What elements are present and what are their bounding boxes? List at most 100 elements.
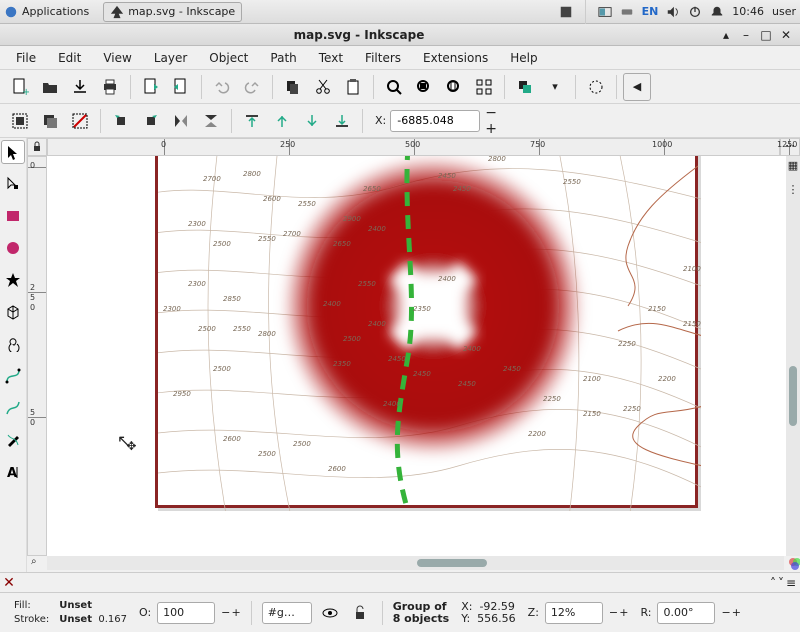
svg-text:2450: 2450 [388, 355, 406, 363]
menu-object[interactable]: Object [199, 48, 258, 68]
minimize-button[interactable]: – [738, 27, 754, 43]
cut-button[interactable] [309, 73, 337, 101]
3dbox-tool[interactable] [1, 300, 25, 324]
ruler-horizontal[interactable]: 0 250 500 750 1000 1250 [47, 138, 780, 156]
paste-button[interactable] [339, 73, 367, 101]
raise-button[interactable] [268, 107, 296, 135]
cms-toggle-icon[interactable]: ▦ [786, 158, 800, 172]
spiral-tool[interactable] [1, 332, 25, 356]
roll-up-button[interactable]: ▴ [718, 27, 734, 43]
menu-file[interactable]: File [6, 48, 46, 68]
opacity-input[interactable]: 100 [157, 602, 215, 624]
menu-help[interactable]: Help [500, 48, 547, 68]
export-button[interactable] [167, 73, 195, 101]
layer-selector[interactable]: #g… [262, 602, 312, 624]
rotate-ccw-button[interactable] [107, 107, 135, 135]
raise-top-button[interactable] [238, 107, 266, 135]
tray-volume-icon[interactable] [666, 5, 680, 19]
x-coord-spinner[interactable]: − + [484, 107, 504, 135]
inkscape-icon [110, 5, 124, 19]
canvas[interactable]: 2700280028002600255026502450245025502300… [47, 156, 786, 556]
rectangle-tool[interactable] [1, 204, 25, 228]
zoom-spinner[interactable]: − + [609, 606, 629, 619]
tray-workspaces-icon[interactable] [598, 5, 612, 19]
rotate-cw-button[interactable] [137, 107, 165, 135]
ellipse-tool[interactable] [1, 236, 25, 260]
selector-tool[interactable] [1, 140, 25, 164]
deselect-button[interactable] [66, 107, 94, 135]
copy-button[interactable] [279, 73, 307, 101]
svg-text:2400: 2400 [323, 300, 341, 308]
close-button[interactable]: ✕ [778, 27, 794, 43]
lock-guides-toggle[interactable] [27, 138, 47, 156]
layer-visibility-toggle[interactable] [318, 601, 342, 625]
palette-up[interactable]: ˄ [770, 576, 776, 590]
duplicate-button[interactable] [511, 73, 539, 101]
lower-bottom-button[interactable] [328, 107, 356, 135]
menu-extensions[interactable]: Extensions [413, 48, 498, 68]
scrollbar-vertical[interactable]: ▦ ⋮ [786, 156, 800, 556]
pencil-tool[interactable] [1, 396, 25, 420]
menu-filters[interactable]: Filters [355, 48, 411, 68]
palette-none[interactable]: ✕ [0, 574, 18, 592]
star-tool[interactable] [1, 268, 25, 292]
menu-text[interactable]: Text [309, 48, 353, 68]
text-tool[interactable]: A [1, 460, 25, 484]
menu-view[interactable]: View [93, 48, 141, 68]
bezier-tool[interactable] [1, 364, 25, 388]
palette-menu[interactable]: ≡ [786, 576, 796, 590]
save-button[interactable] [66, 73, 94, 101]
hscroll-thumb[interactable] [417, 559, 487, 567]
applications-menu[interactable]: Applications [22, 5, 89, 18]
tray-drive-icon[interactable] [620, 5, 634, 19]
tray-gimp-icon[interactable] [559, 5, 573, 19]
rotation-input[interactable]: 0.00° [657, 602, 715, 624]
color-managed-icon[interactable] [784, 556, 800, 572]
node-tool[interactable] [1, 172, 25, 196]
undo-button[interactable] [208, 73, 236, 101]
dots-icon[interactable]: ⋮ [786, 182, 800, 196]
opacity-spinner[interactable]: − + [221, 606, 241, 619]
select-all-button[interactable] [6, 107, 34, 135]
zoom-center-button[interactable] [470, 73, 498, 101]
taskbar-app-inkscape[interactable]: map.svg - Inkscape [103, 2, 242, 22]
fill-stroke-indicator[interactable]: Fill:Unset Stroke:Unset 0.167 [8, 598, 133, 628]
new-doc-button[interactable]: + [6, 73, 34, 101]
flip-h-button[interactable] [167, 107, 195, 135]
lower-button[interactable] [298, 107, 326, 135]
unlink-button[interactable] [582, 73, 610, 101]
zoom-selection-button[interactable] [380, 73, 408, 101]
svg-text:2800: 2800 [488, 156, 506, 163]
tray-notifications-icon[interactable] [710, 5, 724, 19]
ruler-vertical[interactable]: 0 2 5 0 5 0 [27, 156, 47, 556]
clone-dropdown[interactable]: ▾ [541, 73, 569, 101]
zoom-drawing-button[interactable] [410, 73, 438, 101]
tray-user[interactable]: user [772, 5, 796, 18]
quick-zoom-toggle[interactable]: ⌕ [27, 556, 47, 572]
xfce-menu-icon[interactable] [4, 5, 18, 19]
tray-clock[interactable]: 10:46 [732, 5, 764, 18]
palette-down[interactable]: ˅ [778, 576, 784, 590]
tray-language[interactable]: EN [642, 5, 659, 18]
maximize-button[interactable]: □ [758, 27, 774, 43]
calligraphy-tool[interactable] [1, 428, 25, 452]
vscroll-thumb[interactable] [789, 366, 797, 426]
import-button[interactable] [137, 73, 165, 101]
menu-edit[interactable]: Edit [48, 48, 91, 68]
zoom-page-button[interactable] [440, 73, 468, 101]
svg-text:2400: 2400 [463, 345, 481, 353]
x-coord-input[interactable] [390, 110, 480, 132]
overflow-left-button[interactable]: ◀ [623, 73, 651, 101]
print-button[interactable] [96, 73, 124, 101]
menu-layer[interactable]: Layer [144, 48, 197, 68]
open-button[interactable] [36, 73, 64, 101]
rotation-spinner[interactable]: − + [721, 606, 741, 619]
menu-path[interactable]: Path [260, 48, 306, 68]
layer-lock-toggle[interactable] [348, 601, 372, 625]
scrollbar-horizontal[interactable] [47, 556, 784, 570]
tray-power-icon[interactable] [688, 5, 702, 19]
flip-v-button[interactable] [197, 107, 225, 135]
zoom-input[interactable]: 12% [545, 602, 603, 624]
select-all-layers-button[interactable] [36, 107, 64, 135]
redo-button[interactable] [238, 73, 266, 101]
